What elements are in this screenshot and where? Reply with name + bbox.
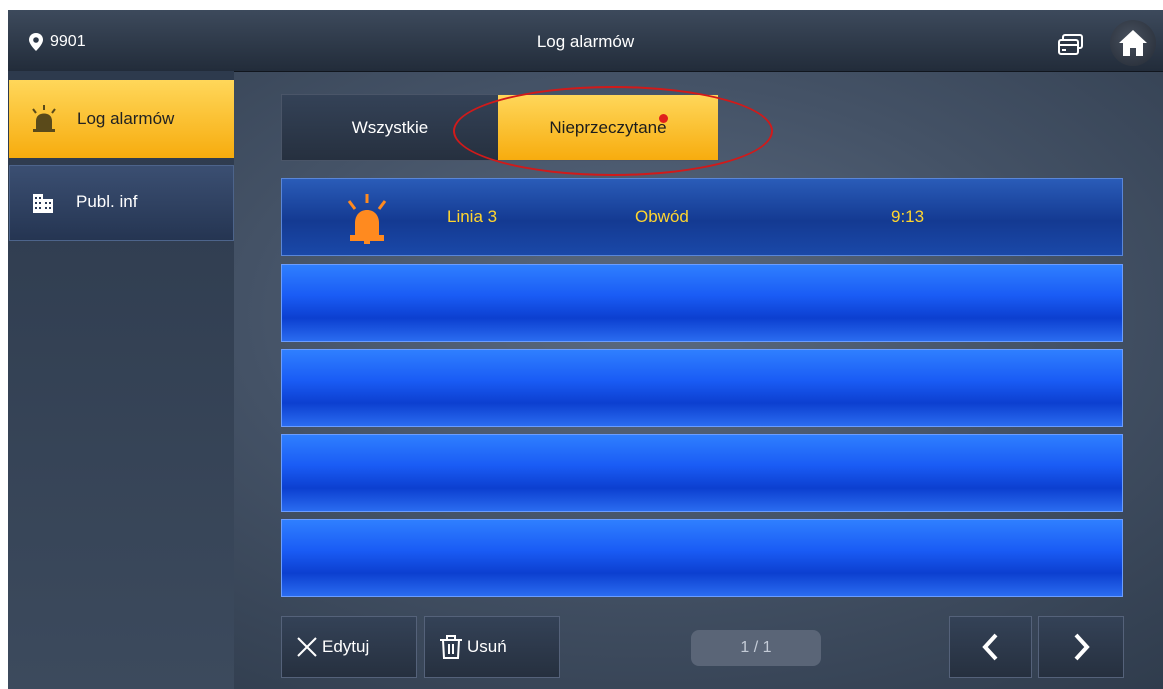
close-x-icon: [297, 637, 317, 657]
sidebar-item-label: Log alarmów: [77, 109, 175, 128]
edit-button[interactable]: Edytuj: [281, 616, 417, 678]
alarm-row-empty[interactable]: [281, 349, 1123, 427]
sidebar-item-label: Publ. inf: [76, 192, 138, 211]
alarm-bell-icon: [32, 105, 56, 132]
edit-label: Edytuj: [322, 637, 370, 656]
home-icon: [1119, 30, 1147, 56]
page-title: Log alarmów: [536, 32, 635, 51]
chevron-left-icon: [981, 633, 997, 661]
highlight-ellipse: [453, 86, 773, 176]
unread-dot: [659, 114, 668, 123]
sidebar-item-alarm-log[interactable]: Log alarmów: [9, 80, 234, 158]
next-page-button[interactable]: [1038, 616, 1124, 678]
cards-icon[interactable]: [1058, 34, 1084, 56]
alarm-row-empty[interactable]: [281, 434, 1123, 512]
top-bar: 9901 Log alarmów: [8, 10, 1163, 72]
chevron-right-icon: [1074, 633, 1090, 661]
page-indicator: 1 / 1: [691, 630, 821, 666]
home-button[interactable]: [1110, 20, 1156, 66]
alarm-row[interactable]: Linia 3 Obwód 9:13: [281, 178, 1123, 256]
sidebar-item-public-info[interactable]: Publ. inf: [9, 165, 234, 241]
building-icon: [33, 194, 53, 213]
alarm-bell-icon: [347, 194, 387, 244]
intercom-screen: 9901 Log alarmów Log alarmów Publ. inf W…: [8, 10, 1163, 689]
trash-icon: [440, 635, 462, 659]
alarm-time: 9:13: [891, 207, 925, 226]
alarm-line: Linia 3: [447, 207, 498, 226]
delete-label: Usuń: [467, 637, 507, 656]
prev-page-button[interactable]: [949, 616, 1032, 678]
sidebar: Log alarmów Publ. inf: [8, 71, 234, 689]
alarm-row-empty[interactable]: [281, 264, 1123, 342]
delete-button[interactable]: Usuń: [424, 616, 560, 678]
alarm-type: Obwód: [635, 207, 689, 226]
alarm-row-empty[interactable]: [281, 519, 1123, 597]
